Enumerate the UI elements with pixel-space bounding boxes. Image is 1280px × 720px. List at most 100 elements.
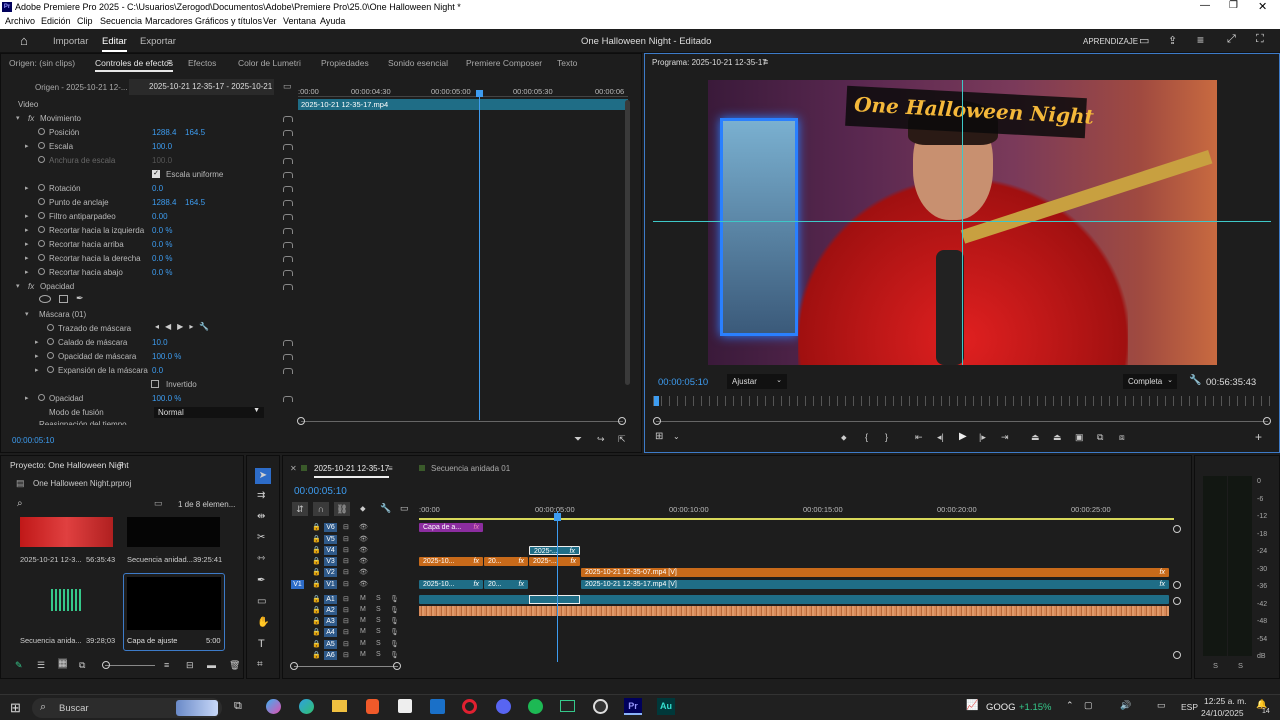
project-title[interactable]: Proyecto: One Halloween Night [10, 460, 129, 470]
edge-icon[interactable] [299, 699, 314, 714]
project-item-name[interactable]: Secuencia anida... [20, 636, 82, 645]
rect-mask-icon[interactable] [59, 295, 68, 303]
track-label[interactable]: V2 [324, 568, 337, 577]
safe-margins-icon[interactable]: ⊞ [655, 431, 663, 442]
mark-in-icon[interactable]: { [865, 432, 868, 442]
file-explorer-icon[interactable] [332, 700, 347, 712]
export-frame-icon[interactable]: ⇱ [618, 434, 626, 445]
stopwatch-icon[interactable] [47, 352, 54, 359]
tab-effect-controls[interactable]: Controles de efectos [95, 58, 173, 72]
linked-select-icon[interactable]: ⛓ [334, 502, 350, 516]
track-label[interactable]: V5 [324, 535, 337, 544]
eye-icon[interactable]: 👁 [359, 535, 368, 543]
track-lock-icon[interactable]: 🔒 [312, 523, 321, 531]
expand-icon[interactable]: ▸ [25, 268, 29, 276]
program-timecode[interactable]: 00:00:05:10 [658, 377, 708, 388]
pen-tool-icon[interactable]: ✒ [257, 575, 265, 586]
menu-edicion[interactable]: Edición [41, 16, 71, 26]
v1-clip[interactable]: 2025-10-21 12-35-17.mp4 [V] fx [581, 580, 1169, 589]
premiere-taskbar-icon[interactable]: Pr [624, 698, 642, 715]
tab-premiere-composer[interactable]: Premiere Composer [466, 58, 542, 68]
mask-property-value[interactable]: 10.0 [152, 338, 168, 347]
v1-clip[interactable]: 2025-10... fx [419, 580, 483, 589]
taskbar-search[interactable]: ⌕ Buscar [32, 698, 222, 718]
learning-button[interactable]: APRENDIZAJE [1083, 37, 1138, 46]
ec-ruler[interactable]: :00:00 00:00:04:30 00:00:05:00 00:00:05:… [298, 84, 628, 97]
property-value[interactable]: 1288.4 [152, 128, 176, 137]
stopwatch-icon[interactable] [47, 338, 54, 345]
tab-exportar[interactable]: Exportar [140, 36, 176, 47]
search-icon[interactable]: ⌕ [17, 498, 23, 509]
program-zoom-bar[interactable] [656, 421, 1268, 422]
property-value[interactable]: 0.00 [152, 212, 168, 221]
pencil-icon[interactable]: ✎ [15, 660, 23, 671]
ripple-edit-icon[interactable]: ⇹ [257, 511, 265, 522]
tray-chevron-icon[interactable]: ⌃ [1066, 700, 1074, 711]
collapse-icon[interactable]: ▾ [16, 282, 20, 290]
menu-clip[interactable]: Clip [77, 16, 93, 26]
eye-icon[interactable]: 👁 [359, 546, 368, 554]
mark-out-icon[interactable]: } [885, 432, 888, 442]
list-view-icon[interactable]: ☰ [37, 660, 45, 671]
track-lock-icon[interactable]: 🔒 [312, 606, 321, 614]
menu-icon[interactable]: ≡ [1197, 33, 1204, 47]
brave-icon[interactable] [366, 699, 379, 714]
track-lock-icon[interactable]: 🔒 [312, 617, 321, 625]
track-lock-icon[interactable]: 🔒 [312, 535, 321, 543]
project-thumb-audio[interactable] [20, 574, 113, 629]
add-marker-icon[interactable]: ⬥ [360, 504, 366, 514]
track-lock-icon[interactable]: 🔒 [312, 557, 321, 565]
expand-icon[interactable]: ▸ [35, 338, 39, 346]
v3-clip[interactable]: 20... fx [484, 557, 528, 566]
audition-taskbar-icon[interactable]: Au [657, 698, 675, 715]
reset-icon[interactable] [283, 116, 293, 122]
property-value[interactable]: 164.5 [185, 198, 205, 207]
zoom-handle[interactable] [1263, 417, 1271, 425]
minimize-button[interactable]: — [1200, 0, 1210, 11]
expand-icon[interactable]: ▸ [25, 226, 29, 234]
track-sync-icon[interactable]: ⊟ [343, 640, 349, 648]
ec-playhead[interactable] [479, 90, 480, 420]
mute-button[interactable]: M [360, 651, 366, 658]
microphone-icon[interactable]: 🎙 [390, 628, 399, 636]
tab-importar[interactable]: Importar [53, 36, 88, 47]
stopwatch-icon[interactable] [38, 128, 45, 135]
v-scroll-handle[interactable] [1173, 581, 1181, 589]
obs-icon[interactable] [593, 699, 608, 714]
network-icon[interactable]: ▢ [1084, 700, 1093, 711]
project-item-name[interactable]: 2025-10-21 12-3... [20, 555, 82, 564]
timeline-playhead[interactable] [557, 511, 558, 662]
uniform-scale-checkbox[interactable]: ✓ [152, 170, 160, 178]
solo-left-button[interactable]: S [1213, 661, 1218, 670]
rectangle-tool-icon[interactable]: ▭ [257, 596, 266, 607]
add-button-icon[interactable]: + [1255, 430, 1262, 444]
reset-icon[interactable] [283, 270, 293, 276]
pen-mask-icon[interactable]: ✒ [76, 293, 84, 304]
home-icon[interactable]: ⌂ [20, 33, 28, 48]
track-lock-icon[interactable]: 🔒 [312, 628, 321, 636]
solo-button[interactable]: S [376, 628, 381, 635]
task-view-icon[interactable]: ⧉ [234, 700, 242, 713]
timeline-timecode[interactable]: 00:00:05:10 [294, 486, 347, 497]
tab-editar[interactable]: Editar [102, 36, 127, 52]
reset-icon[interactable] [283, 340, 293, 346]
adjustment-clip[interactable]: Capa de a... fx [419, 523, 483, 532]
step-back-icon[interactable]: ◂| [937, 432, 944, 443]
stopwatch-icon[interactable] [38, 198, 45, 205]
stopwatch-icon[interactable] [38, 268, 45, 275]
property-value[interactable]: 100.0 [152, 142, 172, 151]
spotify-icon[interactable] [528, 699, 543, 714]
terminal-icon[interactable] [560, 700, 575, 712]
track-label[interactable]: A4 [324, 628, 337, 637]
h-scroll-handle[interactable] [393, 662, 401, 670]
clock-date[interactable]: 24/10/2025 [1201, 708, 1244, 718]
new-bin-icon[interactable]: ▭ [154, 498, 163, 509]
v4-clip[interactable]: 2025-... fx [529, 546, 580, 555]
razor-icon[interactable]: ✂ [257, 532, 265, 543]
ec-timecode[interactable]: 00:00:05:10 [12, 436, 54, 445]
reset-icon[interactable] [283, 186, 293, 192]
track-lock-icon[interactable]: 🔒 [312, 595, 321, 603]
source-tab[interactable]: Origen: (sin clips) [9, 58, 75, 68]
program-playhead[interactable] [654, 396, 659, 406]
solo-button[interactable]: S [376, 595, 381, 602]
